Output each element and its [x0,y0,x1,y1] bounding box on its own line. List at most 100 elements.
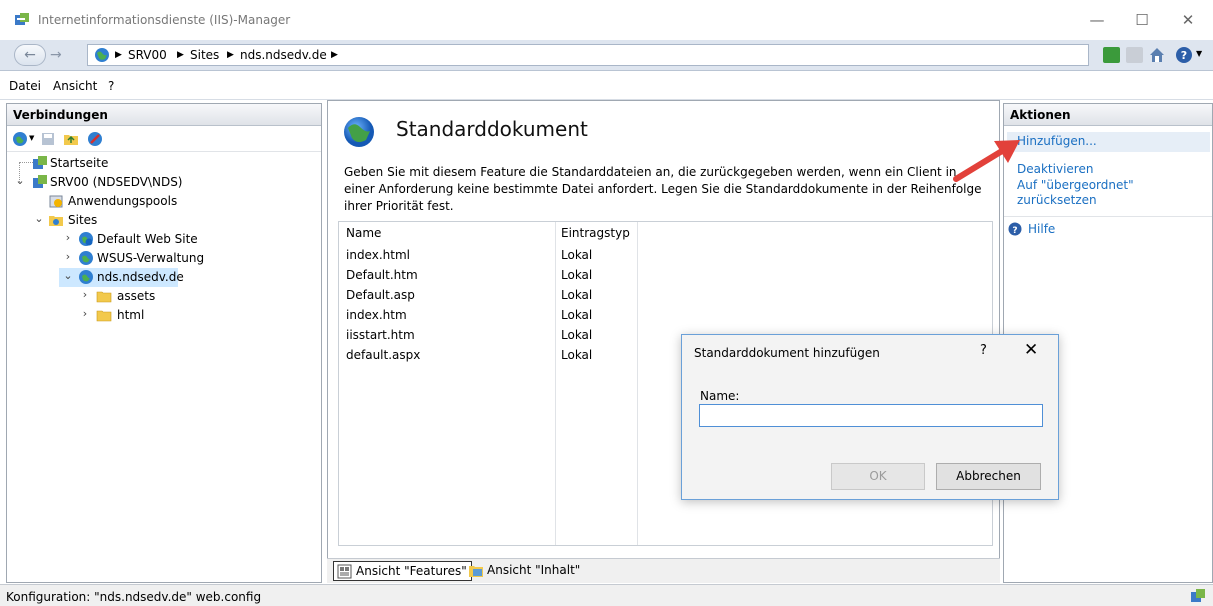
folder-icon [96,310,112,322]
breadcrumb[interactable]: ▶ SRV00 ▶ Sites ▶ nds.ndsedv.de ▶ [87,44,1089,66]
tree-item-startseite[interactable]: Startseite [7,154,321,173]
page-title: Standarddokument [396,117,588,141]
app-pools-icon [49,195,63,208]
connections-toolbar: ▼ [7,126,321,152]
cancel-button[interactable]: Abbrechen [936,463,1041,490]
add-default-document-dialog: Standarddokument hinzufügen ? ✕ Name: OK… [681,334,1059,500]
dialog-help-button[interactable]: ? [980,343,987,358]
address-bar: ← → ▶ SRV00 ▶ Sites ▶ nds.ndsedv.de ▶ ? … [0,40,1213,71]
start-page-icon [33,156,47,169]
crumb-server[interactable]: SRV00 [128,48,167,62]
chevron-right-icon[interactable]: › [79,307,91,323]
ok-button[interactable]: OK [831,463,925,490]
sites-folder-icon [49,216,63,226]
website-icon [79,232,93,246]
feature-description: Geben Sie mit diesem Feature die Standar… [344,165,982,213]
tree-item-nds-site[interactable]: ⌄ nds.ndsedv.de [59,268,184,287]
close-window-button[interactable]: ✕ [1168,8,1208,32]
reset-to-parent-link[interactable]: Auf "übergeordnet" zurücksetzen [1017,178,1134,208]
back-button[interactable]: ← [14,44,46,66]
svg-text:?: ? [1181,49,1187,62]
chevron-down-icon[interactable]: ⌄ [14,174,26,190]
server-icon [1191,589,1205,602]
crumb-separator-icon: ▶ [227,50,234,60]
help-action-link[interactable]: Hilfe [1028,222,1055,237]
menu-file[interactable]: Datei [9,79,41,93]
website-icon [79,270,93,284]
tree-item-app-pools[interactable]: Anwendungspools [7,192,321,211]
chevron-down-icon[interactable]: ⌄ [62,269,74,285]
crumb-separator-icon: ▶ [177,50,184,60]
table-row[interactable]: iisstart.htm Lokal [339,328,637,348]
connections-header: Verbindungen [7,104,321,126]
stop-icon[interactable] [1126,47,1143,63]
name-input[interactable] [699,404,1043,427]
tree-item-wsus[interactable]: › WSUS-Verwaltung [7,249,321,268]
tree-item-sites[interactable]: ⌄ Sites [7,211,321,230]
website-icon [79,251,93,265]
minimize-button[interactable]: — [1077,8,1117,32]
tree-item-server[interactable]: ⌄ SRV00 (NDSEDV\NDS) [7,173,321,192]
column-header-name[interactable]: Name [346,226,381,240]
connections-panel: Verbindungen ▼ Startseite ⌄ SRV00 (NDSED… [6,103,322,583]
menu-view[interactable]: Ansicht [53,79,97,93]
features-view-icon [337,564,352,579]
server-icon [33,175,47,188]
red-arrow-annotation [953,140,1020,182]
chevron-down-icon[interactable]: ⌄ [33,212,45,228]
column-divider [637,222,638,545]
forward-arrow-icon: → [50,47,62,63]
maximize-button[interactable]: ☐ [1122,8,1162,32]
dropdown-icon[interactable]: ▼ [29,134,34,142]
disconnect-icon[interactable] [87,131,103,147]
tab-content-view[interactable]: Ansicht "Inhalt" [465,561,584,581]
folder-icon [96,291,112,303]
status-bar: Konfiguration: "nds.ndsedv.de" web.confi… [0,584,1213,606]
connect-icon[interactable] [1103,47,1120,63]
crumb-separator-icon: ▶ [115,50,122,60]
crumb-separator-icon: ▶ [331,50,338,60]
window-title: Internetinformationsdienste (IIS)-Manage… [38,13,291,27]
connections-tree: Startseite ⌄ SRV00 (NDSEDV\NDS) Anwendun… [7,154,321,574]
table-row[interactable]: index.html Lokal [339,248,637,268]
create-connection-icon[interactable] [12,131,28,147]
crumb-site[interactable]: nds.ndsedv.de [240,48,327,62]
help-dropdown-icon[interactable]: ▼ [1196,49,1202,58]
up-folder-icon[interactable] [63,131,79,147]
tree-item-assets[interactable]: › assets [7,287,321,306]
chevron-right-icon[interactable]: › [62,231,74,247]
help-icon[interactable]: ? [1175,46,1193,64]
iis-app-icon [15,13,29,25]
separator [1004,216,1212,217]
svg-text:?: ? [1012,226,1017,236]
forward-button[interactable]: → [50,47,62,63]
home-icon[interactable] [1148,46,1166,64]
back-arrow-icon: ← [24,47,36,63]
menu-help[interactable]: ? [108,79,114,93]
tree-item-default-web-site[interactable]: › Default Web Site [7,230,321,249]
dialog-title: Standarddokument hinzufügen [694,346,880,360]
table-row[interactable]: index.htm Lokal [339,308,637,328]
add-action-link[interactable]: Hinzufügen... [1007,132,1210,152]
table-row[interactable]: default.aspx Lokal [339,348,637,368]
tab-features-view[interactable]: Ansicht "Features" [333,561,472,581]
table-row[interactable]: Default.asp Lokal [339,288,637,308]
help-icon: ? [1008,222,1022,236]
globe-icon [95,48,109,62]
actions-header: Aktionen [1004,104,1212,126]
table-row[interactable]: Default.htm Lokal [339,268,637,288]
column-header-type[interactable]: Eintragstyp [561,226,630,240]
save-icon[interactable] [40,131,56,147]
disable-action-link[interactable]: Deaktivieren [1017,162,1093,177]
title-bar: Internetinformationsdienste (IIS)-Manage… [0,0,1213,40]
dialog-close-icon[interactable]: ✕ [1024,340,1038,360]
chevron-right-icon[interactable]: › [79,288,91,304]
chevron-right-icon[interactable]: › [62,250,74,266]
content-view-icon [469,566,483,577]
menu-bar: Datei Ansicht ? [0,71,1213,100]
crumb-sites[interactable]: Sites [190,48,219,62]
globe-icon [344,117,374,147]
tree-item-html[interactable]: › html [7,306,321,325]
view-tabs: Ansicht "Features" Ansicht "Inhalt" [327,558,1000,583]
status-text: Konfiguration: "nds.ndsedv.de" web.confi… [6,590,262,604]
